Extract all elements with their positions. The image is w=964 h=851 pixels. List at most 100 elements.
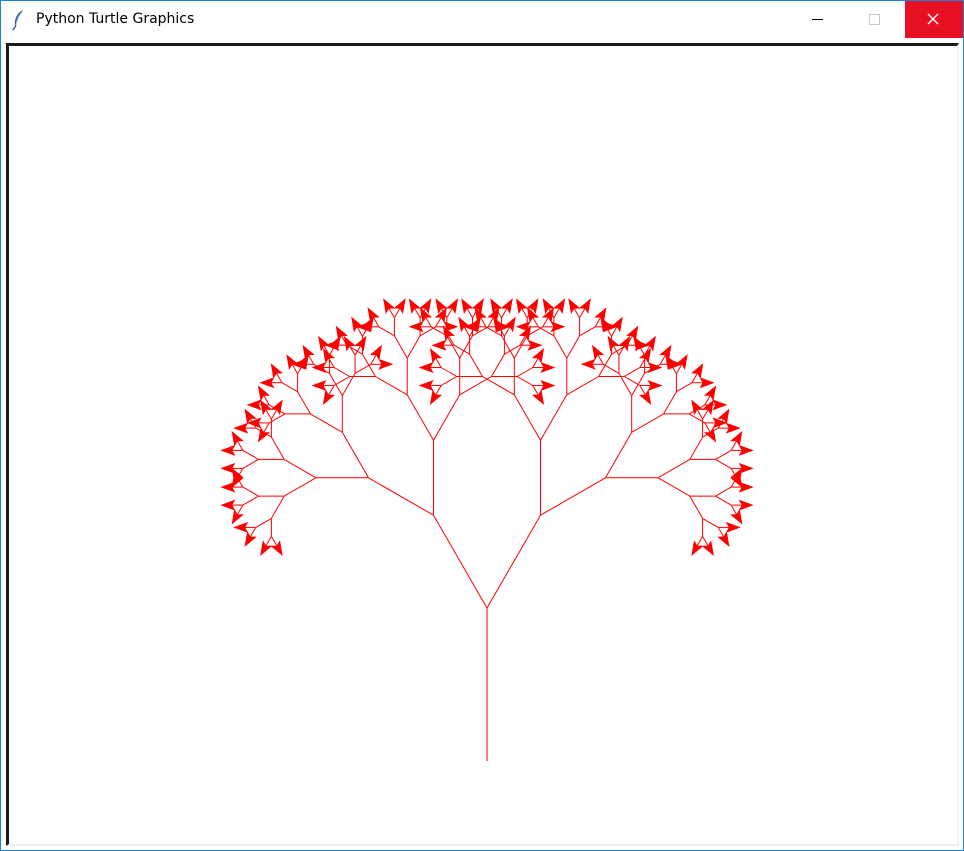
arrow-icon [270,363,283,379]
arrow-icon [244,531,257,547]
tree-branch [242,458,259,469]
arrow-icon [500,298,513,314]
arrow-icon [503,316,516,333]
tree-branch [715,449,732,460]
turtle-window: Python Turtle Graphics [0,0,964,851]
fractal-tree-drawing [220,298,754,761]
tree-branch [553,335,568,359]
tree-branch [283,458,317,479]
arrow-icon [445,298,459,314]
arrow-icon [471,298,484,314]
arrow-icon [383,298,396,314]
tree-branch [341,432,369,479]
tree-branch [362,353,376,377]
tree-branch [368,477,434,516]
arrow-icon [691,540,704,556]
tree-branch [676,382,693,393]
maximize-button[interactable] [851,1,897,38]
tree-branch [440,367,458,377]
arrow-icon [270,540,283,556]
tree-branch [702,517,719,528]
tree-branch [657,477,691,497]
arrow-icon [260,540,273,556]
tree-branch [406,394,434,441]
arrow-icon [270,399,283,416]
tree-branch [440,376,458,386]
tree-branch [631,373,646,396]
arrow-icon [461,298,474,314]
arrow-icon [610,316,623,333]
tree-branch [393,335,408,359]
arrow-icon [322,389,336,406]
tree-branch [689,436,704,460]
tree-branch [255,517,272,528]
tree-branch [516,376,534,386]
tree-branch [663,391,677,415]
arrow-icon [568,298,581,314]
tree-branch [566,335,581,359]
arrow-icon [367,307,380,323]
tree-branch [603,363,620,374]
tree-branch [297,391,311,415]
arrow-icon [691,363,704,379]
arrow-icon [351,316,364,333]
arrow-icon [286,354,299,370]
title-bar[interactable]: Python Turtle Graphics [1,1,963,39]
tree-branch [516,367,534,377]
arrow-icon [429,389,443,406]
tree-branch [513,394,541,441]
tree-branch [283,477,317,497]
turtle-arrowheads [220,298,754,556]
minimize-button[interactable] [795,1,841,38]
tree-branch [566,376,599,396]
arrow-icon [552,298,566,314]
tree-branch [433,514,488,609]
arrow-icon [408,298,422,314]
tree-branch [689,495,704,519]
feather-icon [11,9,27,31]
close-button[interactable] [905,1,963,38]
arrow-icon [458,316,471,333]
arrow-icon [515,298,529,314]
arrow-icon [703,426,717,443]
tree-branch [310,413,343,433]
tree-branch [657,458,691,479]
arrow-icon [302,344,315,361]
arrow-icon [675,354,688,370]
window-title: Python Turtle Graphics [36,11,195,27]
tree-branch [375,376,408,396]
arrow-icon [717,531,730,547]
tree-branch [715,486,732,497]
tree-branch [242,486,259,497]
turtle-canvas[interactable] [6,43,959,846]
arrow-icon [701,540,714,556]
tree-branch [378,326,395,337]
tree-branch [281,382,298,393]
tree-branch [469,353,483,377]
tree-branch [406,335,421,359]
tree-branch [631,413,664,433]
arrow-icon [691,399,704,416]
tree-branch [354,363,371,374]
arrow-icon [638,389,652,406]
arrow-icon [257,426,271,443]
tree-branch [482,376,515,396]
tree-branch [242,449,259,460]
arrow-icon [318,335,331,352]
arrow-icon [531,389,545,406]
tree-branch [540,394,568,441]
tree-branch [333,367,350,377]
tree-branch [433,394,461,441]
tree-branch [501,335,515,359]
arrow-icon [592,344,605,361]
arrow-icon [578,298,591,314]
tree-branch [624,367,641,377]
arrow-icon [643,335,656,352]
tree-branch [242,495,259,506]
tree-branch [605,432,633,479]
tree-branch [270,495,285,519]
tree-branch [579,326,596,337]
tree-branch [715,458,732,469]
close-icon [927,13,939,25]
arrow-icon [369,344,382,361]
